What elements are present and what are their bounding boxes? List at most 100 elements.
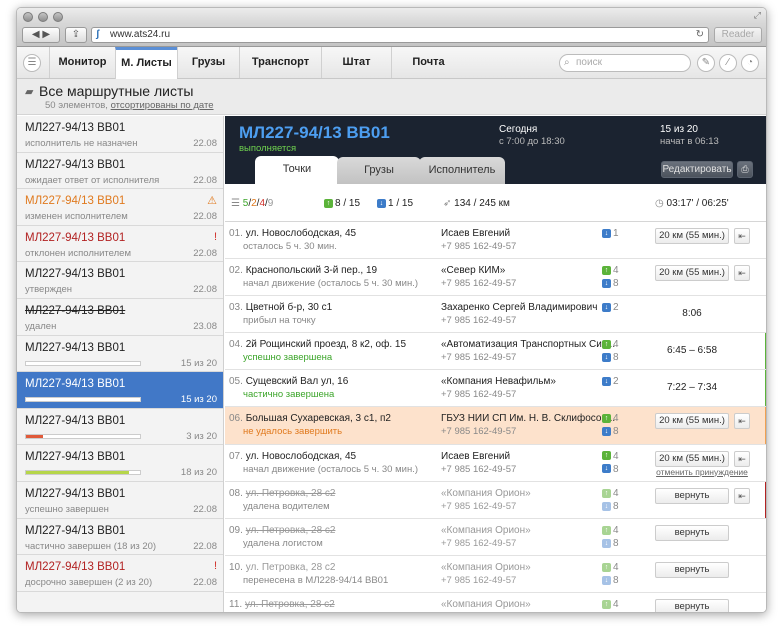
eta-button[interactable]: 20 км (55 мин.): [655, 228, 729, 244]
nav-tab-1[interactable]: М. Листы: [115, 47, 177, 79]
route-item[interactable]: МЛ227-94/13 ВВ01 досрочно завершен (2 из …: [17, 555, 223, 592]
url-text: www.ats24.ru: [110, 29, 171, 40]
route-item[interactable]: МЛ227-94/13 ВВ01 15 из 20: [17, 336, 223, 373]
minimize-window-button[interactable]: [38, 12, 48, 22]
stop-row[interactable]: 10. ул. Петровка, 28 с2 перенесена в МЛ22…: [225, 556, 766, 593]
attachment-icon[interactable]: ✎: [697, 54, 715, 72]
arrow-left-icon[interactable]: ⇤: [734, 487, 750, 504]
route-date: 22.08: [193, 174, 217, 186]
stop-organization: ГБУЗ НИИ СП Им. Н. В. Склифосов...: [441, 413, 616, 425]
route-started: начат в 06:13: [660, 136, 719, 147]
cancel-link[interactable]: отменить принуждение: [655, 467, 749, 477]
stop-row[interactable]: 03. Цветной б-р, 30 с1 прибыл на точку Зах…: [225, 296, 766, 334]
restore-button[interactable]: вернуть: [655, 487, 729, 504]
back-forward-buttons[interactable]: ◀ ▶: [22, 27, 60, 43]
restore-button[interactable]: вернуть: [655, 598, 729, 612]
route-item[interactable]: МЛ227-94/13 ВВ01 3 из 20: [17, 409, 223, 446]
route-item[interactable]: МЛ227-94/13 ВВ01 ожидает ответ от исполни…: [17, 153, 223, 190]
title-bar: ⤢: [17, 8, 766, 23]
restore-button[interactable]: вернуть: [655, 561, 729, 578]
route-item[interactable]: МЛ227-94/13 ВВ01 изменен исполнителем 22.0…: [17, 189, 223, 226]
arrow-left-icon[interactable]: ⇤: [734, 413, 750, 430]
route-desc: удален: [25, 320, 57, 332]
stop-row[interactable]: 02. Краснопольский 3-й пер., 19 начал дви…: [225, 259, 766, 297]
search-input[interactable]: ⌕ поиск: [559, 54, 691, 72]
tab-executor[interactable]: Исполнитель: [419, 157, 505, 184]
stop-row[interactable]: 04. 2й Рощинский проезд, 8 к2, оф. 15 усп…: [225, 333, 766, 371]
stop-row[interactable]: 05. Сущевский Вал ул, 16 частично заверше…: [225, 370, 766, 408]
unload-icon: ↓: [602, 278, 611, 288]
stop-row[interactable]: 06. Большая Сухаревская, 3 с1, п2 не удал…: [225, 407, 766, 445]
route-item[interactable]: МЛ227-94/13 ВВ01 утвержден 22.08: [17, 262, 223, 299]
reload-icon[interactable]: ↻: [696, 28, 704, 42]
route-item[interactable]: МЛ227-94/13 ВВ01 исполнитель не назначен 2…: [17, 116, 223, 153]
stop-phone: +7 985 162-49-57: [441, 612, 516, 613]
route-item[interactable]: МЛ227-94/13 ВВ01 успешно завершен 22.08: [17, 482, 223, 519]
route-item[interactable]: МЛ227-94/13 ВВ01 18 из 20: [17, 445, 223, 482]
stop-status: перенесена в МЛ228-94/14 ВВ01: [243, 574, 389, 586]
stop-time: 7:22 – 7:34: [666, 382, 718, 394]
eta-button[interactable]: 20 км (55 мин.): [655, 265, 729, 282]
tab-cargo[interactable]: Грузы: [337, 157, 421, 184]
tab-points[interactable]: Точки: [255, 156, 339, 184]
route-title: МЛ227-94/13 ВВ01: [25, 487, 126, 500]
nav-tab-0[interactable]: Монитор: [49, 47, 115, 78]
stop-row[interactable]: 09. ул. Петровка, 28 с2 удалена логистом «…: [225, 519, 766, 556]
app-navbar: ☰ Монитор М. Листы Грузы Транспорт Штат Почта…: [17, 47, 766, 79]
status-indicator: [765, 370, 766, 407]
arrow-left-icon[interactable]: ⇤: [734, 228, 750, 244]
route-title: МЛ227-94/13 ВВ01: [25, 304, 126, 317]
restore-button[interactable]: вернуть: [655, 524, 729, 541]
nav-tab-2[interactable]: Грузы: [177, 47, 239, 78]
nav-tab-5[interactable]: Почта: [391, 47, 465, 78]
detail-header: МЛ227-94/13 ВВ01 выполняется Сегодня с 7…: [225, 116, 766, 184]
eta-button[interactable]: 20 км (55 мин.): [655, 413, 729, 430]
cargo-count: ↓8: [602, 612, 619, 613]
menu-icon[interactable]: ☰: [23, 54, 41, 72]
route-item[interactable]: МЛ227-94/13 ВВ01 удален 23.08: [17, 299, 223, 336]
status-indicator: [765, 481, 766, 518]
speedometer-icon[interactable]: ◔: [741, 54, 759, 72]
cargo-count: ↓8: [602, 352, 619, 363]
stats-bar: ☰ 5/2/4/9 ↑ 8 / 15 ↓ 1 / 15 ➶ 134 / 245 км…: [225, 184, 766, 222]
stop-organization: «Компания Орион»: [441, 487, 531, 499]
unload-icon: ↓: [602, 538, 611, 548]
arrow-left-icon[interactable]: ⇤: [734, 265, 750, 282]
close-window-button[interactable]: [23, 12, 33, 22]
route-date: 22.08: [193, 247, 217, 259]
share-icon[interactable]: ⇪: [65, 27, 87, 43]
route-item[interactable]: МЛ227-94/13 ВВ01 частично завершен (18 из…: [17, 519, 223, 556]
stop-address: 04. 2й Рощинский проезд, 8 к2, оф. 15: [229, 339, 407, 351]
folder-icon: ▰: [25, 86, 34, 98]
alert-icon: !: [213, 230, 217, 243]
stop-address: 10. ул. Петровка, 28 с2: [229, 561, 336, 573]
unload-icon: ↓: [602, 501, 611, 511]
stop-row[interactable]: 08. ул. Петровка, 28 с2 удалена водителем…: [225, 481, 766, 519]
stop-row[interactable]: 07. ул. Новослободская, 45 начал движение…: [225, 445, 766, 482]
address-bar[interactable]: ʃ www.ats24.ru ↻: [91, 27, 709, 43]
distance-stat: ➶ 134 / 245 км: [443, 198, 510, 209]
points-stat: ☰ 5/2/4/9: [231, 198, 274, 209]
cargo-count: ↑ 4: [602, 339, 619, 350]
route-title: МЛ227-94/13 ВВ01: [25, 341, 126, 354]
print-icon[interactable]: ⎙: [737, 161, 753, 178]
reader-button[interactable]: Reader: [714, 27, 762, 43]
arrow-left-icon[interactable]: ⇤: [734, 450, 750, 467]
route-list: МЛ227-94/13 ВВ01 исполнитель не назначен 2…: [17, 116, 224, 612]
stop-row[interactable]: 11. ул. Петровка, 28 с2 удалена логистом «…: [225, 593, 766, 613]
edit-button[interactable]: Редактировать: [661, 161, 733, 178]
zoom-window-button[interactable]: [53, 12, 63, 22]
nav-tab-3[interactable]: Транспорт: [239, 47, 321, 78]
route-item[interactable]: МЛ227-94/13 ВВ01 15 из 20: [17, 372, 223, 409]
fullscreen-icon[interactable]: ⤢: [754, 10, 761, 21]
cargo-count: ↓8: [602, 426, 619, 437]
route-detail: МЛ227-94/13 ВВ01 выполняется Сегодня с 7…: [225, 116, 766, 613]
route-item[interactable]: МЛ227-94/13 ВВ01 отклонен исполнителем 22.…: [17, 226, 223, 263]
sort-link[interactable]: отсортированы по дате: [111, 100, 214, 111]
cargo-count: ↑ 4: [602, 488, 619, 499]
stop-row[interactable]: 01. ул. Новослободская, 45 осталось 5 ч. …: [225, 222, 766, 260]
eta-button[interactable]: 20 км (55 мин.): [655, 450, 729, 467]
stop-address: 01. ул. Новослободская, 45: [229, 228, 357, 239]
pencil-icon[interactable]: ∕: [719, 54, 737, 72]
nav-tab-4[interactable]: Штат: [321, 47, 391, 78]
